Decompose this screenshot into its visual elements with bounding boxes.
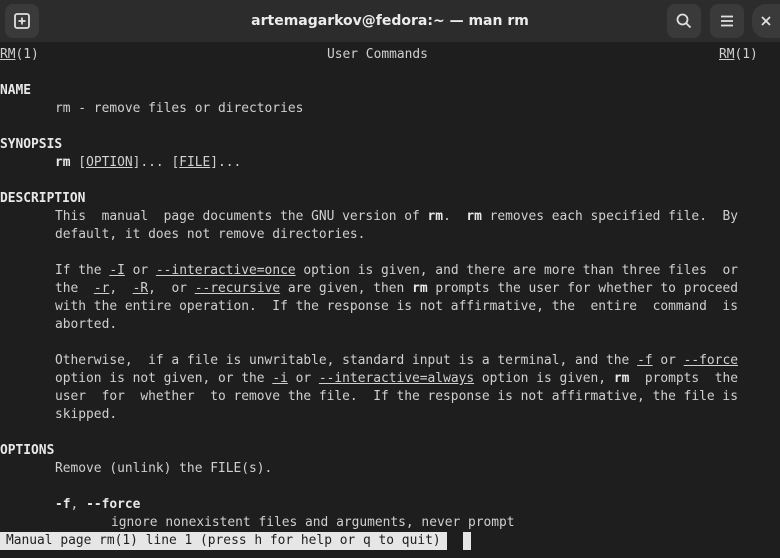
d1-part-c: removes each specified file. By: [481, 209, 738, 224]
section-heading-options: OPTIONS: [0, 443, 55, 458]
option-force-line: -f, --force: [55, 496, 140, 514]
man-header-right: RM(1): [719, 46, 758, 64]
d4-opt-recursive: --recursive: [194, 281, 281, 296]
d4-rm: rm: [412, 281, 428, 296]
header-left-section: (1): [15, 47, 39, 62]
search-icon: [676, 13, 692, 29]
d3-part-b: or: [124, 263, 156, 278]
d7-part-a: Otherwise, if a file is unwritable, stan…: [55, 353, 638, 368]
close-icon: [761, 16, 771, 26]
d1-rm-1: rm: [427, 209, 444, 224]
description-line-7: Otherwise, if a file is unwritable, stan…: [55, 352, 738, 370]
description-line-3: If the -I or --interactive=once option i…: [55, 262, 738, 280]
d3-part-c: option is given, and there are more than…: [295, 263, 738, 278]
d1-rm-2: rm: [466, 209, 482, 224]
window-title: artemagarkov@fedora:~ — man rm: [251, 13, 529, 29]
search-button[interactable]: [667, 4, 701, 38]
synopsis-end: ]...: [210, 155, 242, 170]
description-line-2: default, it does not remove directories.: [55, 227, 366, 242]
header-right-section: (1): [734, 47, 758, 62]
d4-opt-R: -R: [132, 281, 149, 296]
description-line-4: the -r, -R, or --recursive are given, th…: [55, 280, 738, 298]
d1-part-b: .: [443, 209, 467, 224]
synopsis-option: OPTION: [86, 155, 133, 170]
option-f-separator: ,: [70, 497, 87, 512]
d8-rm: rm: [613, 371, 630, 386]
synopsis-command: rm: [55, 155, 71, 170]
d7-opt-f: -f: [637, 353, 653, 368]
d8-part-d: prompts the: [629, 371, 738, 386]
d4-part-b: ,: [109, 281, 133, 296]
pager-status-bar: Manual page rm(1) line 1 (press h for he…: [0, 532, 447, 550]
d8-opt-i: -i: [272, 371, 288, 386]
d8-part-b: or: [287, 371, 319, 386]
synopsis-line: rm [OPTION]... [FILE]...: [55, 155, 242, 170]
options-description: Remove (unlink) the FILE(s).: [55, 461, 273, 476]
d1-part-a: This manual page documents the GNU versi…: [55, 209, 428, 224]
option-f-short: -f: [55, 497, 71, 512]
close-button[interactable]: [752, 4, 780, 38]
d7-part-b: or: [652, 353, 684, 368]
synopsis-mid: ]... [: [132, 155, 180, 170]
d3-opt-interactive-once: --interactive=once: [155, 263, 296, 278]
d4-opt-r: -r: [93, 281, 110, 296]
d4-part-d: are given, then: [280, 281, 413, 296]
synopsis-file: FILE: [179, 155, 211, 170]
section-heading-description: DESCRIPTION: [0, 191, 86, 206]
description-line-9: user for whether to remove the file. If …: [55, 389, 738, 404]
section-heading-synopsis: SYNOPSIS: [0, 137, 63, 152]
description-line-1: This manual page documents the GNU versi…: [55, 208, 738, 226]
d7-opt-force: --force: [683, 353, 738, 368]
description-line-10: skipped.: [55, 407, 118, 422]
header-left-name: RM: [0, 47, 16, 62]
d8-part-c: option is given,: [474, 371, 614, 386]
d8-opt-interactive-always: --interactive=always: [318, 371, 475, 386]
hamburger-menu-icon: [721, 15, 733, 27]
terminal-viewport[interactable]: RM(1) User Commands RM(1) NAME rm - remo…: [0, 42, 780, 558]
menu-button[interactable]: [710, 4, 744, 38]
d3-part-a: If the: [55, 263, 110, 278]
option-force-description: ignore nonexistent files and arguments, …: [111, 515, 515, 530]
terminal-cursor: [463, 532, 471, 550]
window-titlebar: artemagarkov@fedora:~ — man rm: [0, 0, 780, 43]
d4-part-c: , or: [148, 281, 195, 296]
header-right-name: RM: [719, 47, 735, 62]
description-line-8: option is not given, or the -i or --inte…: [55, 370, 738, 388]
d4-part-a: the: [55, 281, 94, 296]
section-heading-name: NAME: [0, 83, 32, 98]
man-header-center: User Commands: [327, 47, 428, 62]
description-line-5: with the entire operation. If the respon…: [55, 299, 738, 314]
name-text: rm - remove files or directories: [55, 101, 304, 116]
description-line-6: aborted.: [55, 317, 118, 332]
man-header-left: RM(1): [0, 46, 39, 64]
d3-opt-I: -I: [109, 263, 125, 278]
d4-part-e: prompts the user for whether to proceed: [427, 281, 739, 296]
d8-part-a: option is not given, or the: [55, 371, 273, 386]
option-f-long: --force: [86, 497, 141, 512]
